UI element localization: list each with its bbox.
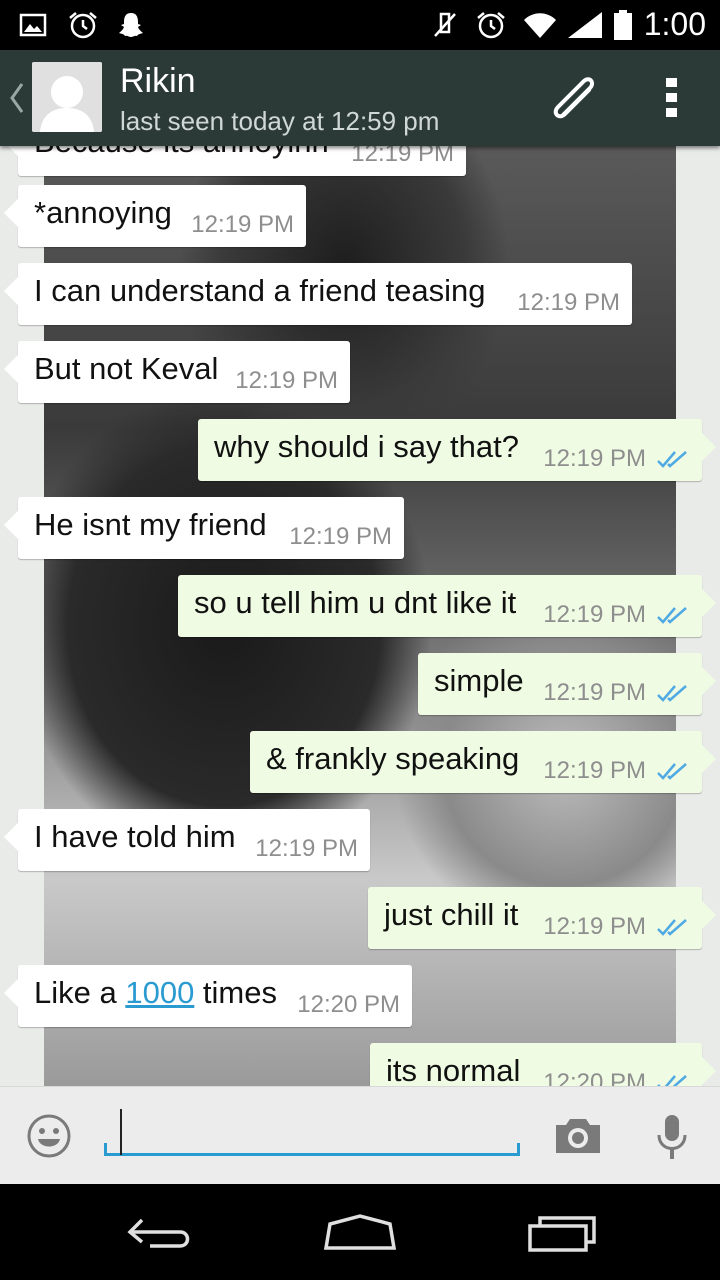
message-bubble-outgoing[interactable]: so u tell him u dnt like it 12:19 PM	[178, 575, 716, 637]
alarm-notification-icon	[69, 12, 97, 39]
back-chevron-icon[interactable]	[6, 80, 26, 116]
message-list[interactable]: Because its annoyinn 12:19 PM *annoying …	[0, 146, 720, 1086]
gallery-notification-icon	[19, 13, 47, 37]
snapchat-notification-icon	[119, 13, 143, 37]
message-bubble-incoming[interactable]: Like a 1000 times 12:20 PM	[4, 965, 412, 1027]
message-text: I have told him	[34, 819, 236, 854]
message-text: Because its annoyinn	[34, 146, 329, 160]
message-text: just chill it	[384, 897, 519, 932]
home-icon[interactable]	[320, 1212, 400, 1252]
message-text: why should i say that?	[214, 429, 520, 464]
read-receipt-icon	[657, 451, 687, 468]
message-bubble-incoming[interactable]: He isnt my friend 12:19 PM	[4, 497, 404, 559]
message-text: simple	[434, 663, 524, 698]
message-bubble-outgoing[interactable]: why should i say that? 12:19 PM	[198, 419, 716, 481]
message-bubble-outgoing[interactable]: its normal 12:20 PM	[370, 1043, 716, 1086]
camera-icon[interactable]	[554, 1115, 602, 1155]
signal-icon	[568, 12, 602, 38]
message-bubble-incoming[interactable]: I have told him 12:19 PM	[4, 809, 370, 871]
message-time: 12:19 PM	[543, 445, 646, 472]
message-time: 12:19 PM	[543, 679, 646, 706]
message-time: 12:19 PM	[191, 211, 294, 238]
chat-header: Rikin last seen today at 12:59 pm	[0, 50, 720, 146]
message-bubble-incoming[interactable]: But not Keval 12:19 PM	[4, 341, 350, 403]
message-bubble-outgoing[interactable]: & frankly speaking 12:19 PM	[250, 731, 716, 793]
message-time: 12:19 PM	[235, 367, 338, 394]
text-cursor	[120, 1109, 122, 1155]
message-time: 12:19 PM	[543, 757, 646, 784]
avatar-placeholder-icon	[32, 62, 102, 132]
status-bar: 1:00	[0, 0, 720, 50]
message-time: 12:19 PM	[543, 913, 646, 940]
message-bubble-outgoing[interactable]: just chill it 12:19 PM	[368, 887, 716, 949]
mute-icon	[434, 12, 456, 37]
read-receipt-icon	[657, 607, 687, 624]
phone-number-link[interactable]: 1000	[125, 975, 194, 1010]
message-bubble-incoming[interactable]: *annoying 12:19 PM	[4, 185, 306, 247]
attach-icon[interactable]	[546, 72, 604, 124]
message-input[interactable]	[104, 1109, 520, 1156]
message-text: But not Keval	[34, 351, 219, 386]
message-bubble-incoming[interactable]: I can understand a friend teasing 12:19 …	[4, 263, 632, 325]
back-icon[interactable]	[124, 1212, 196, 1252]
message-text: I can understand a friend teasing	[34, 273, 486, 308]
read-receipt-icon	[657, 763, 687, 780]
alarm-icon	[477, 12, 505, 39]
message-time: 12:19 PM	[517, 289, 620, 316]
compose-bar	[0, 1086, 720, 1185]
read-receipt-icon	[657, 685, 687, 702]
wifi-icon	[524, 13, 556, 38]
message-text-before-link: Like a	[34, 975, 126, 1010]
avatar[interactable]	[32, 62, 102, 132]
message-text: He isnt my friend	[34, 507, 267, 542]
message-time: 12:19 PM	[543, 601, 646, 628]
message-bubble-outgoing[interactable]: simple 12:19 PM	[418, 653, 716, 715]
message-time: 12:19 PM	[289, 523, 392, 550]
message-text: Like a 1000 times	[34, 975, 277, 1011]
message-text-after-link: times	[194, 975, 277, 1010]
recents-icon[interactable]	[524, 1212, 600, 1252]
message-bubble-incoming[interactable]: Because its annoyinn 12:19 PM	[4, 146, 466, 176]
message-text: so u tell him u dnt like it	[194, 585, 517, 620]
message-text: *annoying	[34, 195, 172, 230]
emoji-icon[interactable]	[26, 1113, 72, 1159]
system-nav-bar	[0, 1184, 720, 1280]
message-text: its normal	[386, 1053, 521, 1086]
message-time: 12:20 PM	[297, 991, 400, 1018]
read-receipt-icon	[657, 919, 687, 936]
contact-name[interactable]: Rikin	[120, 62, 196, 101]
last-seen-status: last seen today at 12:59 pm	[120, 106, 440, 136]
battery-icon	[614, 10, 632, 40]
overflow-menu-icon[interactable]	[664, 76, 680, 120]
status-time: 1:00	[643, 6, 706, 42]
microphone-icon[interactable]	[654, 1113, 690, 1161]
message-text: & frankly speaking	[266, 741, 520, 776]
read-receipt-icon	[657, 1075, 687, 1086]
message-time: 12:19 PM	[351, 146, 454, 167]
message-time: 12:20 PM	[543, 1069, 646, 1086]
message-time: 12:19 PM	[255, 835, 358, 862]
